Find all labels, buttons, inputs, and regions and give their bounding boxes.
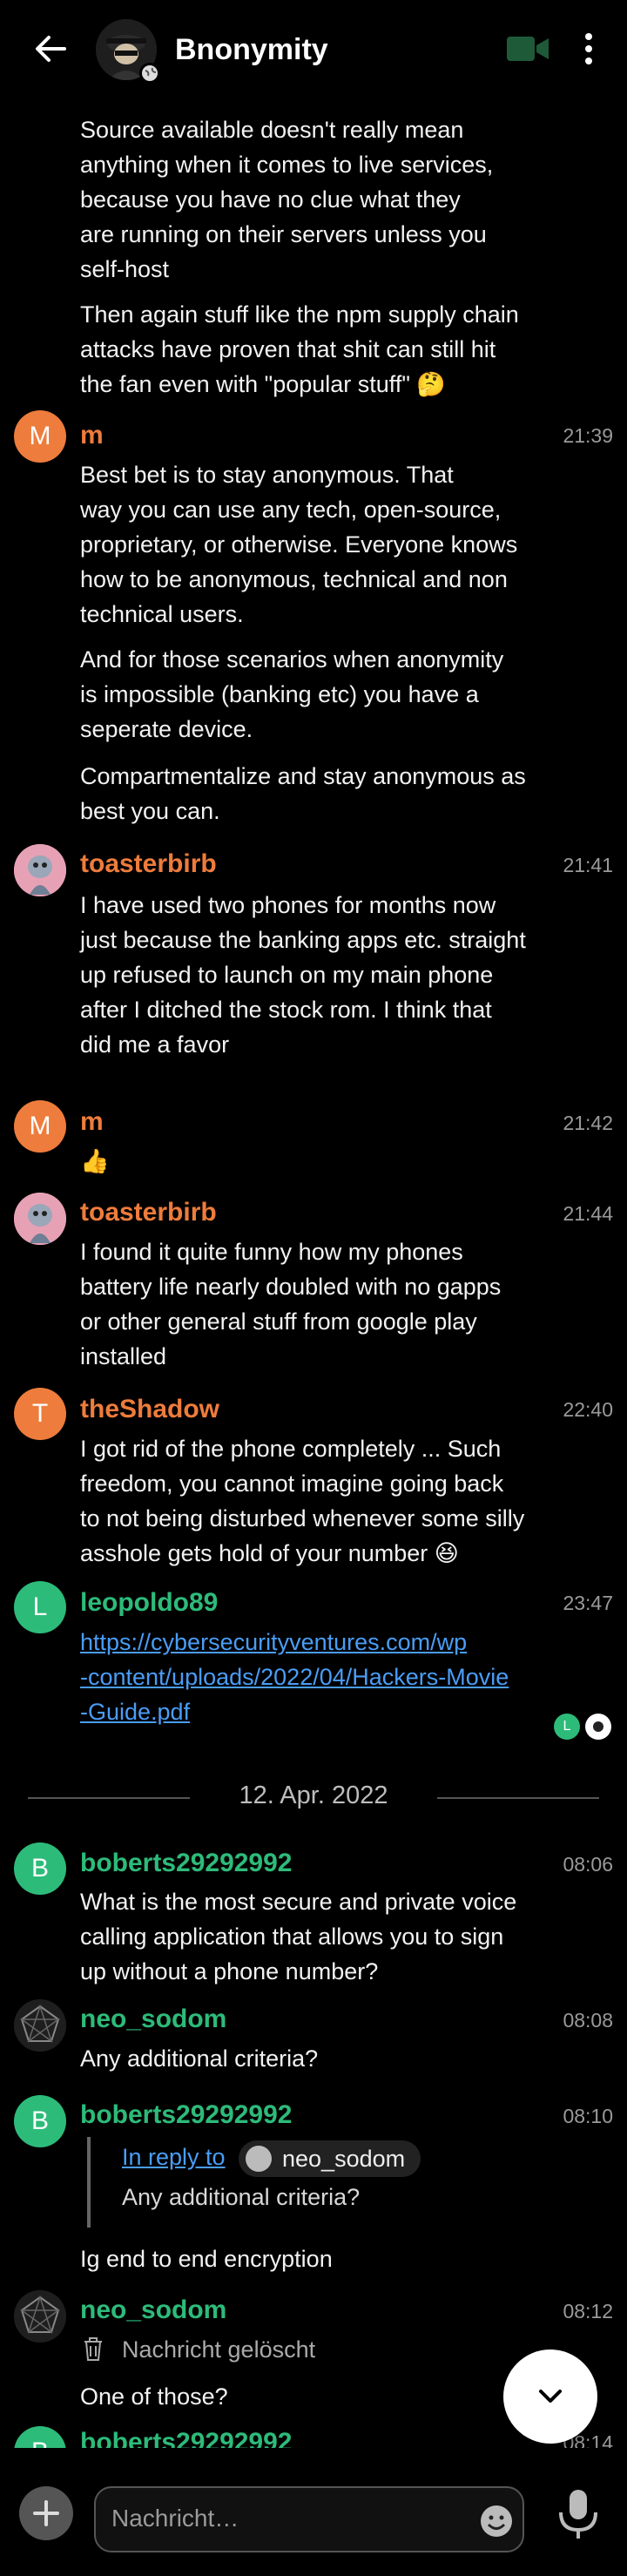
message-text: Source available doesn't really mean anyt… xyxy=(80,117,494,282)
message-link[interactable]: https://cybersecurityventures.com/wp -con… xyxy=(80,1625,550,1729)
sender-name[interactable]: boberts29292992 xyxy=(80,2428,293,2448)
reply-user-pill[interactable]: neo_sodom xyxy=(239,2140,421,2177)
timestamp: 08:10 xyxy=(563,2105,613,2127)
reply-text: Any additional criteria? xyxy=(122,2184,361,2210)
video-call-icon[interactable] xyxy=(507,35,550,67)
emoji-icon[interactable] xyxy=(479,2504,514,2539)
message-text: I have used two phones for months now jus… xyxy=(80,892,526,1058)
more-options-icon[interactable] xyxy=(580,31,597,71)
avatar[interactable]: B xyxy=(14,1842,66,1895)
message-text: Compartmentalize and stay anonymous as be… xyxy=(80,763,526,824)
composer-bar xyxy=(0,2448,627,2576)
avatar[interactable] xyxy=(14,1193,66,1245)
sender-name[interactable]: theShadow xyxy=(80,1395,219,1424)
sender-name[interactable]: m xyxy=(80,1107,104,1137)
avatar[interactable] xyxy=(14,2290,66,2343)
sender-name[interactable]: neo_sodom xyxy=(80,2295,226,2325)
reply-label[interactable]: In reply to xyxy=(122,2144,226,2171)
sender-name[interactable]: boberts29292992 xyxy=(80,2100,293,2130)
read-receipts[interactable]: L xyxy=(554,1714,615,1741)
message-text: I got rid of the phone completely ... Su… xyxy=(80,1436,525,1566)
timestamp: 08:12 xyxy=(563,2300,613,2322)
timestamp: 21:42 xyxy=(563,1112,613,1134)
message-text: One of those? xyxy=(80,2383,228,2410)
sender-name[interactable]: m xyxy=(80,421,104,450)
message-list[interactable]: Source available doesn't really mean anyt… xyxy=(0,100,627,2448)
timestamp: 22:40 xyxy=(563,1398,613,1421)
message-text: 👍 xyxy=(80,1148,110,1174)
avatar[interactable]: B xyxy=(14,2426,66,2448)
microphone-icon[interactable] xyxy=(554,2486,603,2546)
chevron-down-icon xyxy=(539,2390,562,2403)
avatar[interactable] xyxy=(14,844,66,896)
top-bar: Bnonymity xyxy=(0,0,627,100)
avatar[interactable]: M xyxy=(14,410,66,463)
back-arrow-icon[interactable] xyxy=(31,30,70,68)
avatar[interactable]: T xyxy=(14,1388,66,1440)
reply-user-avatar xyxy=(246,2146,272,2172)
sender-name[interactable]: toasterbirb xyxy=(80,849,217,879)
avatar[interactable]: B xyxy=(14,2095,66,2147)
attach-button[interactable] xyxy=(19,2486,73,2540)
plus-icon xyxy=(33,2500,59,2526)
chat-title[interactable]: Bnonymity xyxy=(175,33,328,67)
message-text: Then again stuff like the npm supply cha… xyxy=(80,301,519,397)
date-label: 12. Apr. 2022 xyxy=(239,1782,388,1809)
timestamp: 23:47 xyxy=(563,1592,613,1614)
message-input[interactable] xyxy=(110,2504,462,2533)
message-text: And for those scenarios when anonymity is… xyxy=(80,646,504,742)
read-receipt-avatar xyxy=(585,1714,611,1740)
timestamp: 21:41 xyxy=(563,854,613,876)
reply-quote[interactable]: In reply to neo_sodom Any additional cri… xyxy=(87,2137,578,2228)
trash-icon xyxy=(84,2337,102,2361)
message-text: Best bet is to stay anonymous. That way y… xyxy=(80,462,518,627)
message-input-box[interactable] xyxy=(94,2486,524,2552)
message-text: I found it quite funny how my phones batt… xyxy=(80,1239,502,1369)
message-text: Any additional criteria? xyxy=(80,2045,319,2072)
timestamp: 21:44 xyxy=(563,1202,613,1225)
timestamp: 21:39 xyxy=(563,424,613,447)
read-receipt-avatar: L xyxy=(554,1714,580,1740)
avatar[interactable] xyxy=(14,1999,66,2052)
timestamp: 08:06 xyxy=(563,1853,613,1876)
scroll-to-bottom-button[interactable] xyxy=(503,2350,597,2444)
message-text: Ig end to end encryption xyxy=(80,2246,333,2272)
date-separator: 12. Apr. 2022 xyxy=(28,1780,599,1815)
message-text: What is the most secure and private voic… xyxy=(80,1889,517,1984)
sender-name[interactable]: leopoldo89 xyxy=(80,1588,218,1618)
avatar[interactable]: M xyxy=(14,1100,66,1153)
timestamp: 08:08 xyxy=(563,2009,613,2032)
globe-icon xyxy=(139,63,160,84)
sender-name[interactable]: neo_sodom xyxy=(80,2005,226,2034)
sender-name[interactable]: toasterbirb xyxy=(80,1198,217,1227)
avatar[interactable]: L xyxy=(14,1581,66,1633)
sender-name[interactable]: boberts29292992 xyxy=(80,1849,293,1878)
